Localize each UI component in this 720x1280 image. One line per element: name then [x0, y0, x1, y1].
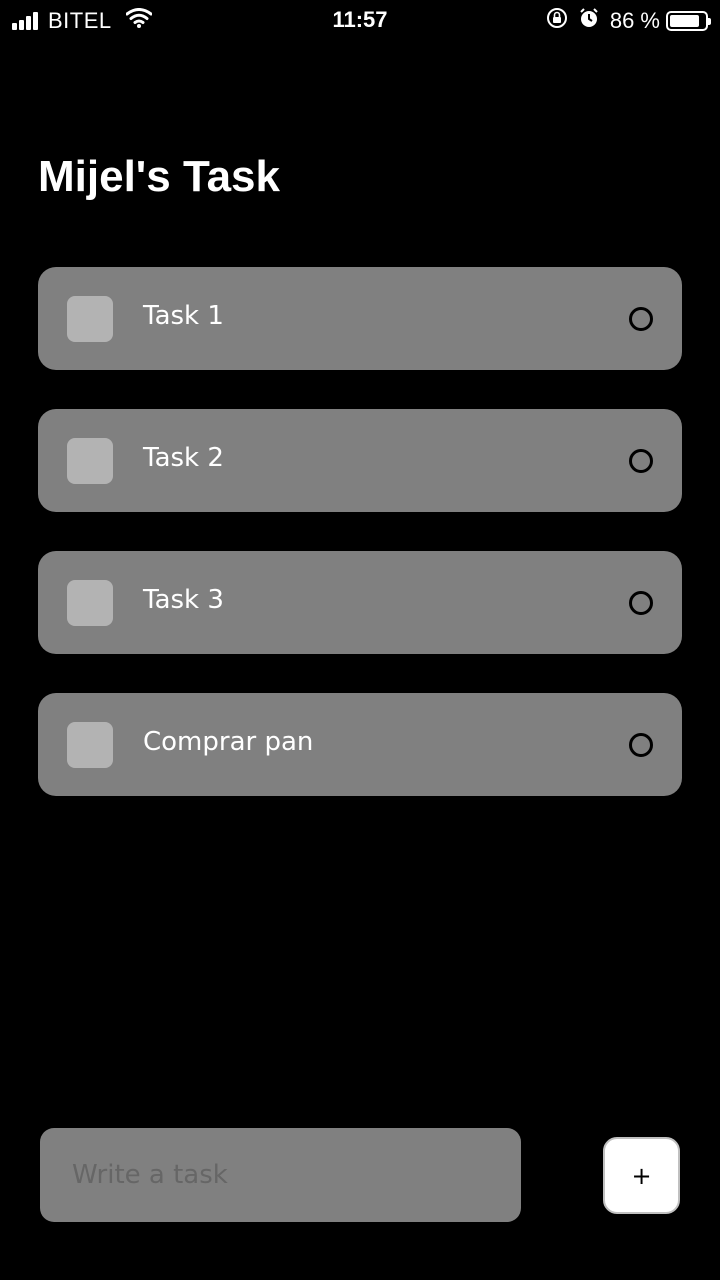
task-item[interactable]: Task 3: [38, 551, 682, 654]
alarm-icon: [578, 7, 600, 35]
circle-icon: [629, 449, 653, 473]
battery-icon: [666, 11, 711, 31]
task-item[interactable]: Comprar pan: [38, 693, 682, 796]
battery-percentage: 86 %: [609, 8, 660, 33]
task-label: Task 2: [143, 443, 224, 473]
page-title: Mijel's Task: [38, 152, 280, 201]
circle-icon: [629, 591, 653, 615]
status-right: 86 %: [546, 7, 711, 35]
battery-fill: [670, 15, 700, 27]
task-checkbox[interactable]: [67, 438, 113, 484]
rotation-lock-icon: [546, 7, 568, 35]
task-checkbox[interactable]: [67, 722, 113, 768]
add-task-button[interactable]: +: [603, 1137, 680, 1214]
task-checkbox[interactable]: [67, 580, 113, 626]
task-label: Comprar pan: [143, 727, 314, 757]
task-input[interactable]: [40, 1128, 521, 1222]
task-item[interactable]: Task 2: [38, 409, 682, 512]
task-label: Task 1: [143, 301, 224, 331]
task-list: Task 1 Task 2 Task 3 Comprar pan: [38, 267, 682, 835]
task-item[interactable]: Task 1: [38, 267, 682, 370]
circle-icon: [629, 307, 653, 331]
task-checkbox[interactable]: [67, 296, 113, 342]
task-label: Task 3: [143, 585, 224, 615]
circle-icon: [629, 733, 653, 757]
status-bar: BITEL 11:57 86 %: [0, 0, 720, 40]
